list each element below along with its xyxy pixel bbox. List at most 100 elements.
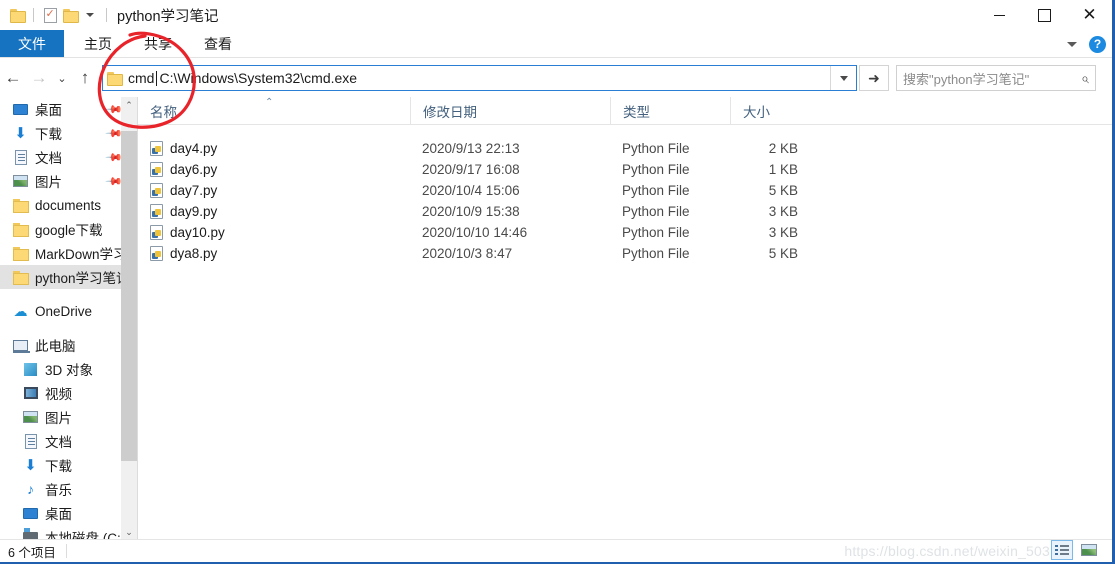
pc-icon bbox=[12, 337, 30, 354]
sidebar-item-documents-folder[interactable]: documents bbox=[0, 193, 137, 217]
address-bar[interactable]: cmd C:\Windows\System32\cmd.exe bbox=[102, 65, 857, 91]
go-button[interactable]: ➜ bbox=[859, 65, 889, 91]
column-header-name[interactable]: 名称 ⌃ bbox=[138, 97, 410, 125]
desktop-icon bbox=[12, 101, 29, 118]
column-header-size[interactable]: 大小 bbox=[730, 97, 810, 125]
file-type-cell: Python File bbox=[622, 162, 690, 177]
minimize-button[interactable] bbox=[977, 0, 1022, 30]
sidebar-item-videos[interactable]: 视频 bbox=[0, 381, 137, 405]
sidebar-item-label: 图片 bbox=[45, 411, 72, 426]
file-date-cell: 2020/9/13 22:13 bbox=[422, 141, 520, 156]
file-size-cell: 3 KB bbox=[768, 225, 798, 240]
view-mode-buttons bbox=[1051, 540, 1100, 560]
search-icon[interactable]: ⌕ bbox=[1081, 70, 1089, 87]
sidebar-item-documents-pc[interactable]: 文档 bbox=[0, 429, 137, 453]
new-folder-icon[interactable] bbox=[60, 5, 80, 25]
ribbon-right-controls: ? bbox=[1067, 30, 1106, 58]
title-bar: python学习笔记 ✕ bbox=[0, 0, 1112, 30]
file-type-cell: Python File bbox=[622, 246, 690, 261]
folder-icon bbox=[12, 197, 29, 214]
watermark-text: https://blog.csdn.net/weixin_503 bbox=[844, 543, 1050, 559]
file-name-cell: day10.py bbox=[138, 222, 410, 243]
file-size-cell: 3 KB bbox=[768, 204, 798, 219]
tab-share[interactable]: 共享 bbox=[128, 30, 188, 57]
table-row[interactable]: day6.py 2020/9/17 16:08 Python File 1 KB bbox=[138, 159, 1112, 180]
sidebar-item-pictures[interactable]: 图片 📌 bbox=[0, 169, 137, 193]
recent-locations-button[interactable]: ⌄ bbox=[52, 65, 72, 91]
sidebar-item-label: google下载 bbox=[35, 223, 103, 238]
address-dropdown-button[interactable] bbox=[830, 66, 856, 90]
folder-icon bbox=[12, 269, 29, 286]
folder-icon bbox=[12, 221, 29, 238]
sidebar-item-this-pc[interactable]: 此电脑 bbox=[0, 333, 137, 357]
file-size-cell: 2 KB bbox=[768, 141, 798, 156]
large-icons-view-button[interactable] bbox=[1078, 540, 1100, 560]
tab-file[interactable]: 文件 bbox=[0, 30, 64, 57]
folder-icon bbox=[12, 245, 29, 262]
file-date-cell: 2020/10/9 15:38 bbox=[422, 204, 520, 219]
table-row[interactable]: dya8.py 2020/10/3 8:47 Python File 5 KB bbox=[138, 243, 1112, 264]
picture-icon bbox=[22, 409, 39, 426]
sidebar-item-documents[interactable]: 文档 📌 bbox=[0, 145, 137, 169]
quick-access-toolbar: python学习笔记 bbox=[0, 5, 219, 26]
column-headers: 名称 ⌃ 修改日期 类型 大小 bbox=[138, 97, 1112, 125]
file-date-cell: 2020/10/3 8:47 bbox=[422, 246, 513, 261]
file-name: day10.py bbox=[170, 225, 225, 240]
tab-home[interactable]: 主页 bbox=[68, 30, 128, 57]
column-label: 类型 bbox=[623, 104, 650, 120]
file-name: day6.py bbox=[170, 162, 218, 177]
back-button[interactable]: ← bbox=[0, 65, 26, 91]
sidebar-item-onedrive[interactable]: ☁ OneDrive bbox=[0, 299, 137, 323]
sidebar-scrollbar[interactable]: ⌃ ⌄ bbox=[121, 97, 137, 541]
sidebar-item-label: 此电脑 bbox=[35, 339, 76, 354]
column-header-type[interactable]: 类型 bbox=[610, 97, 730, 125]
sidebar-item-label: 3D 对象 bbox=[45, 363, 94, 378]
qat-divider-2 bbox=[106, 8, 107, 22]
up-button[interactable]: ↑ bbox=[72, 65, 98, 91]
sidebar-item-pictures-pc[interactable]: 图片 bbox=[0, 405, 137, 429]
search-input[interactable]: 搜索"python学习笔记" bbox=[903, 69, 1081, 88]
folder-icon[interactable] bbox=[7, 5, 27, 25]
column-header-date[interactable]: 修改日期 bbox=[410, 97, 610, 125]
navigation-bar: ← → ⌄ ↑ cmd C:\Windows\System32\cmd.exe … bbox=[0, 59, 1112, 97]
sidebar-item-downloads[interactable]: ⬇ 下载 📌 bbox=[0, 121, 137, 145]
file-explorer-window: python学习笔记 ✕ 文件 主页 共享 查看 ? ← → ⌄ ↑ cmd bbox=[0, 0, 1115, 564]
table-row[interactable]: day7.py 2020/10/4 15:06 Python File 5 KB bbox=[138, 180, 1112, 201]
file-type-cell: Python File bbox=[622, 141, 690, 156]
table-row[interactable]: day10.py 2020/10/10 14:46 Python File 3 … bbox=[138, 222, 1112, 243]
sidebar-item-google-downloads[interactable]: google下载 bbox=[0, 217, 137, 241]
sidebar-item-downloads-pc[interactable]: ⬇ 下载 bbox=[0, 453, 137, 477]
sidebar-item-desktop-pc[interactable]: 桌面 bbox=[0, 501, 137, 525]
scroll-up-icon[interactable]: ⌃ bbox=[121, 97, 137, 114]
properties-icon[interactable] bbox=[40, 5, 60, 25]
sidebar-item-label: 音乐 bbox=[45, 483, 72, 498]
chevron-down-icon[interactable] bbox=[1067, 41, 1077, 47]
sidebar-item-python-notes[interactable]: python学习笔记 bbox=[0, 265, 137, 289]
chevron-down-icon[interactable] bbox=[80, 5, 100, 25]
file-name-cell: day4.py bbox=[138, 138, 410, 159]
help-icon[interactable]: ? bbox=[1089, 35, 1106, 53]
table-row[interactable]: day4.py 2020/9/13 22:13 Python File 2 KB bbox=[138, 138, 1112, 159]
sidebar-item-label: 视频 bbox=[45, 387, 72, 402]
forward-button[interactable]: → bbox=[26, 65, 52, 91]
item-count-label: 6 个项目 bbox=[8, 545, 56, 560]
maximize-button[interactable] bbox=[1022, 0, 1067, 30]
file-name-cell: day6.py bbox=[138, 159, 410, 180]
table-row[interactable]: day9.py 2020/10/9 15:38 Python File 3 KB bbox=[138, 201, 1112, 222]
sidebar-item-music[interactable]: ♪ 音乐 bbox=[0, 477, 137, 501]
sidebar-item-markdown[interactable]: MarkDown学习 bbox=[0, 241, 137, 265]
python-file-icon bbox=[150, 162, 163, 177]
scrollbar-thumb[interactable] bbox=[121, 131, 137, 461]
close-button[interactable]: ✕ bbox=[1067, 0, 1112, 30]
cube-icon bbox=[22, 361, 39, 378]
python-file-icon bbox=[150, 183, 163, 198]
search-box[interactable]: 搜索"python学习笔记" ⌕ bbox=[896, 65, 1096, 91]
qat-divider bbox=[33, 8, 34, 22]
tab-view[interactable]: 查看 bbox=[188, 30, 248, 57]
python-file-icon bbox=[150, 141, 163, 156]
sidebar-item-desktop[interactable]: 桌面 📌 bbox=[0, 97, 137, 121]
file-type-cell: Python File bbox=[622, 183, 690, 198]
python-file-icon bbox=[150, 225, 163, 240]
details-view-button[interactable] bbox=[1051, 540, 1073, 560]
sidebar-item-3d-objects[interactable]: 3D 对象 bbox=[0, 357, 137, 381]
